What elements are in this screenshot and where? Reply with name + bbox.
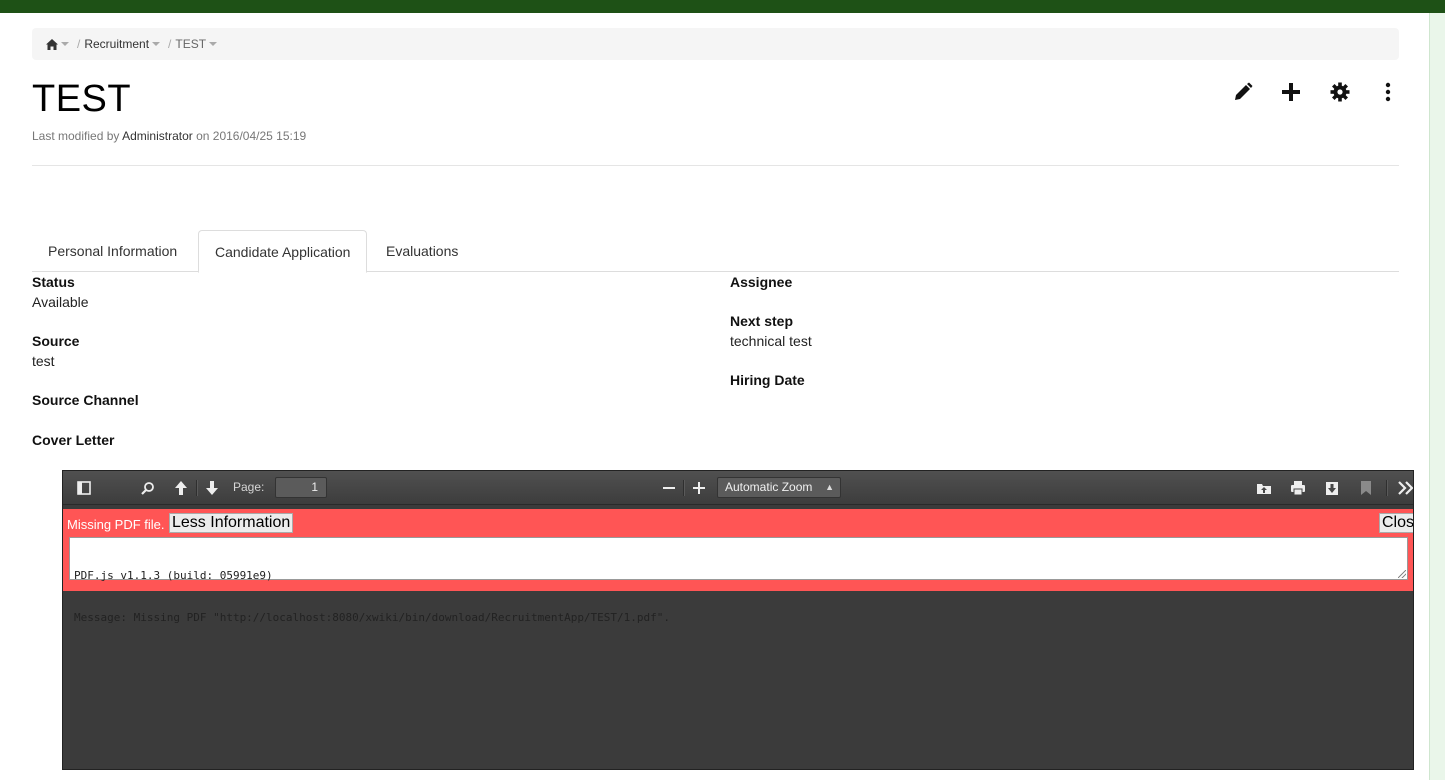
arrow-up-icon — [175, 481, 187, 495]
breadcrumb-separator: / — [77, 37, 81, 51]
error-details-textarea[interactable]: PDF.js v1.1.3 (build: 05991e9) Message: … — [69, 537, 1408, 624]
next-step-value: technical test — [730, 333, 812, 349]
print-button[interactable] — [1288, 478, 1308, 498]
more-icon — [1385, 82, 1391, 102]
breadcrumb-separator: / — [168, 37, 172, 51]
download-icon — [1326, 481, 1338, 495]
close-error-button[interactable]: Close — [1379, 513, 1413, 533]
tab-candidate-application[interactable]: Candidate Application — [198, 230, 368, 273]
resize-grip-icon[interactable] — [1398, 570, 1406, 578]
right-scroll-area — [1429, 13, 1445, 780]
find-button[interactable] — [139, 478, 157, 498]
divider — [32, 165, 1399, 166]
zoom-select[interactable]: Automatic Zoom ▲ — [717, 477, 841, 498]
error-message: Missing PDF file. — [67, 517, 165, 532]
next-step-label: Next step — [730, 313, 794, 329]
minus-icon — [663, 487, 675, 489]
page-actions — [1228, 80, 1404, 104]
status-label: Status — [32, 274, 75, 290]
next-page-button[interactable] — [203, 478, 221, 498]
download-button[interactable] — [1322, 478, 1342, 498]
double-chevron-right-icon — [1398, 481, 1413, 495]
breadcrumb: / Recruitment / TEST — [32, 28, 1399, 60]
page-label: Page: — [233, 480, 265, 494]
zoom-select-value: Automatic Zoom — [725, 480, 813, 494]
error-line: Message: Missing PDF "http://localhost:8… — [74, 611, 671, 624]
top-navbar — [0, 0, 1445, 13]
search-icon — [141, 482, 154, 495]
more-actions-button[interactable] — [1376, 80, 1400, 104]
page-number-input[interactable]: 1 — [275, 477, 327, 498]
zoom-out-button[interactable] — [660, 478, 678, 498]
gear-icon — [1330, 82, 1350, 102]
toolbar-separator — [683, 480, 684, 496]
chevron-down-icon[interactable] — [209, 42, 218, 46]
error-line: PDF.js v1.1.3 (build: 05991e9) — [74, 569, 273, 582]
chevron-down-icon[interactable] — [152, 42, 161, 46]
open-file-button[interactable] — [1254, 478, 1274, 498]
tab-bar: Personal Information Candidate Applicati… — [32, 230, 1399, 273]
status-value: Available — [32, 294, 89, 310]
pdf-viewer: Page: 1 Automatic Zoom ▲ Missing PDF fil… — [62, 470, 1414, 770]
cover-letter-label: Cover Letter — [32, 432, 115, 448]
open-file-icon — [1257, 484, 1271, 494]
source-label: Source — [32, 333, 80, 349]
toolbar-separator — [1386, 480, 1387, 496]
less-information-button[interactable]: Less Information — [169, 513, 294, 533]
toolbar-separator — [196, 480, 197, 496]
meta-suffix: on 2016/04/25 15:19 — [196, 129, 307, 143]
arrow-down-icon — [206, 481, 218, 495]
add-icon — [1282, 83, 1300, 101]
select-arrows-icon: ▲ — [825, 482, 834, 492]
modifier-user-link[interactable]: Administrator — [122, 129, 193, 143]
zoom-in-button[interactable] — [690, 478, 708, 498]
source-channel-label: Source Channel — [32, 392, 139, 408]
last-modified-info: Last modified by Administrator on 2016/0… — [32, 129, 306, 143]
previous-page-button[interactable] — [172, 478, 190, 498]
bookmark-icon — [1361, 481, 1371, 495]
edit-icon — [1235, 82, 1253, 100]
hiring-date-label: Hiring Date — [730, 372, 805, 388]
error-banner: Missing PDF file. Less Information Close… — [63, 509, 1413, 624]
pdf-toolbar: Page: 1 Automatic Zoom ▲ — [63, 471, 1413, 505]
add-button[interactable] — [1279, 80, 1303, 104]
settings-button[interactable] — [1328, 80, 1352, 104]
assignee-label: Assignee — [730, 274, 793, 290]
page-title: TEST — [32, 78, 132, 120]
print-icon — [1291, 481, 1305, 495]
chevron-down-icon[interactable] — [61, 42, 69, 46]
plus-icon — [693, 482, 705, 494]
sidebar-toggle-icon — [77, 481, 91, 495]
tools-button[interactable] — [1396, 478, 1413, 498]
breadcrumb-recruitment[interactable]: Recruitment — [84, 37, 149, 51]
home-icon[interactable] — [46, 38, 58, 50]
meta-prefix: Last modified by — [32, 129, 120, 143]
edit-button[interactable] — [1231, 80, 1255, 104]
breadcrumb-current[interactable]: TEST — [175, 37, 206, 51]
source-value: test — [32, 353, 55, 369]
tab-personal-information[interactable]: Personal Information — [32, 230, 193, 272]
tab-evaluations[interactable]: Evaluations — [370, 230, 474, 272]
sidebar-toggle-button[interactable] — [75, 478, 93, 498]
bookmark-button[interactable] — [1356, 478, 1376, 498]
